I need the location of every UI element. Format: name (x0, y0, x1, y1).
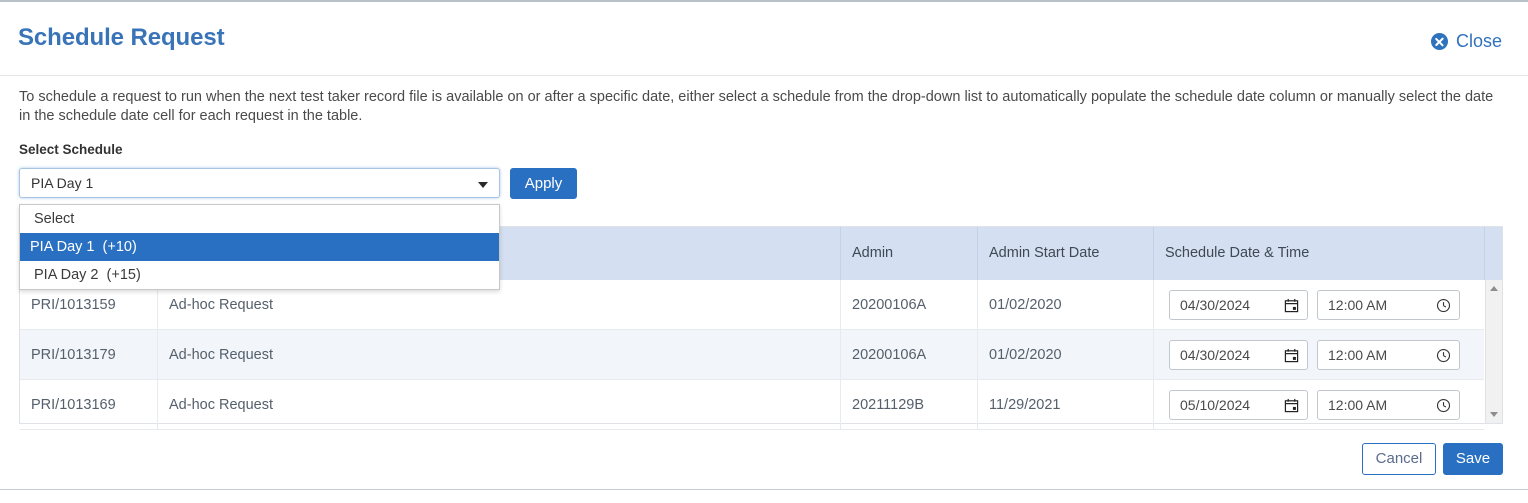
close-circle-icon (1430, 33, 1448, 50)
schedule-select[interactable]: PIA Day 1 (19, 168, 500, 198)
schedule-date-input[interactable]: 05/10/2024 (1169, 390, 1308, 420)
table-body: PRI/1013159 Ad-hoc Request 20200106A 01/… (20, 280, 1502, 430)
dropdown-option-select[interactable]: Select (20, 205, 499, 233)
clock-icon[interactable] (1436, 348, 1451, 363)
schedule-time-input[interactable]: 12:00 AM (1317, 390, 1460, 420)
clock-icon[interactable] (1436, 398, 1451, 413)
schedule-date-value: 04/30/2024 (1180, 347, 1251, 363)
cell-admin: 20211129B (841, 380, 978, 430)
cancel-button[interactable]: Cancel (1362, 443, 1436, 475)
column-header-admin-start-date[interactable]: Admin Start Date (978, 227, 1154, 280)
schedule-time-input[interactable]: 12:00 AM (1317, 290, 1460, 320)
close-button[interactable]: Close (1430, 31, 1502, 52)
table-row[interactable]: PRI/1013179 Ad-hoc Request 20200106A 01/… (20, 330, 1484, 380)
schedule-date-value: 04/30/2024 (1180, 297, 1251, 313)
table-row[interactable]: PRI/1013169 Ad-hoc Request 20211129B 11/… (20, 380, 1484, 430)
column-header-schedule-date-time[interactable]: Schedule Date & Time (1154, 227, 1485, 280)
cell-admin: 20200106A (841, 330, 978, 380)
description-text: To schedule a request to run when the ne… (19, 89, 1494, 124)
column-header-admin[interactable]: Admin (841, 227, 978, 280)
calendar-icon[interactable] (1284, 298, 1299, 313)
schedule-time-value: 12:00 AM (1328, 347, 1388, 363)
select-schedule-label: Select Schedule (19, 142, 123, 157)
calendar-icon[interactable] (1284, 348, 1299, 363)
save-button[interactable]: Save (1443, 443, 1503, 475)
footer-divider (0, 489, 1528, 490)
cell-schedule-date-time: 04/30/2024 12:00 AM (1154, 330, 1484, 380)
schedule-date-value: 05/10/2024 (1180, 397, 1251, 413)
schedule-dropdown-list[interactable]: Select PIA Day 1 (+10) PIA Day 2 (+15) (19, 204, 500, 290)
scroll-down-arrow-icon[interactable] (1490, 412, 1498, 417)
cell-admin-start-date: 11/29/2021 (978, 380, 1154, 430)
schedule-time-value: 12:00 AM (1328, 397, 1388, 413)
schedule-time-value: 12:00 AM (1328, 297, 1388, 313)
cell-request-type: Ad-hoc Request (158, 330, 841, 380)
cell-request-id: PRI/1013179 (20, 330, 158, 380)
scroll-up-arrow-icon[interactable] (1490, 286, 1498, 291)
cell-admin-start-date: 01/02/2020 (978, 280, 1154, 330)
close-button-label: Close (1455, 31, 1502, 51)
clipped-footer-text (18, 491, 618, 503)
modal-header: Schedule Request Close (0, 2, 1528, 76)
cell-request-id: PRI/1013169 (20, 380, 158, 430)
clock-icon[interactable] (1436, 298, 1451, 313)
cell-schedule-date-time: 05/10/2024 12:00 AM (1154, 380, 1484, 430)
cell-admin: 20200106A (841, 280, 978, 330)
schedule-select-value: PIA Day 1 (31, 175, 94, 191)
dropdown-option-pia-day-2[interactable]: PIA Day 2 (+15) (20, 261, 499, 289)
page-title: Schedule Request (18, 24, 225, 51)
schedule-date-input[interactable]: 04/30/2024 (1169, 290, 1308, 320)
cell-request-type: Ad-hoc Request (158, 380, 841, 430)
chevron-down-icon (478, 182, 488, 188)
cell-admin-start-date: 01/02/2020 (978, 330, 1154, 380)
calendar-icon[interactable] (1284, 398, 1299, 413)
table-vertical-scrollbar[interactable] (1485, 280, 1502, 423)
apply-button[interactable]: Apply (510, 168, 577, 199)
dropdown-option-pia-day-1[interactable]: PIA Day 1 (+10) (20, 233, 499, 261)
schedule-date-input[interactable]: 04/30/2024 (1169, 340, 1308, 370)
schedule-time-input[interactable]: 12:00 AM (1317, 340, 1460, 370)
cell-schedule-date-time: 04/30/2024 12:00 AM (1154, 280, 1484, 330)
